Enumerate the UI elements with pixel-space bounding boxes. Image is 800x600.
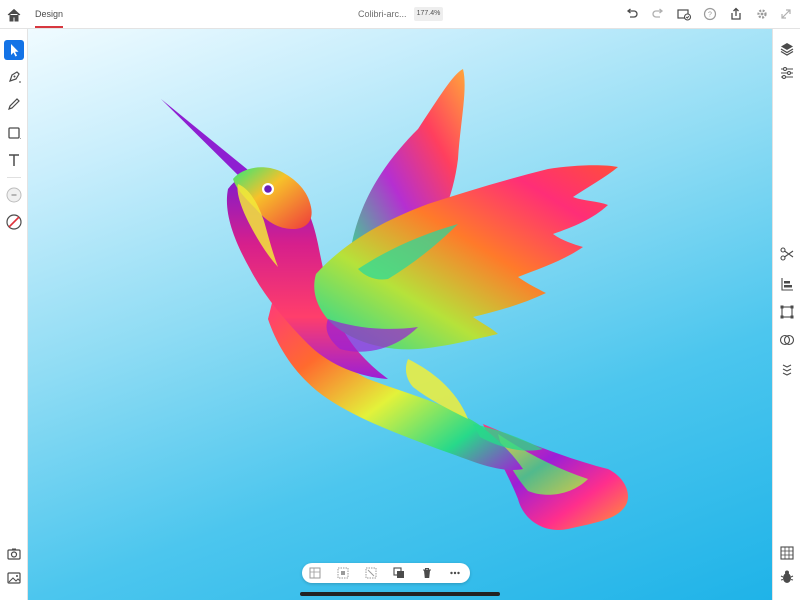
settings-icon[interactable] [754, 6, 770, 22]
mask-icon[interactable] [336, 566, 350, 580]
ungroup-icon[interactable] [364, 566, 378, 580]
more-icon[interactable] [448, 566, 462, 580]
hummingbird-artwork[interactable] [28, 29, 772, 600]
share-icon[interactable] [728, 6, 744, 22]
stroke-icon[interactable] [4, 212, 24, 232]
arrange-icon[interactable] [778, 361, 796, 379]
group-icon[interactable] [308, 566, 322, 580]
duplicate-icon[interactable] [392, 566, 406, 580]
tab-design[interactable]: Design [35, 0, 63, 29]
left-toolbar [0, 29, 28, 600]
place-image-icon[interactable] [4, 568, 24, 588]
document-title[interactable]: Colibri-arc... [358, 0, 407, 29]
transform-icon[interactable] [778, 303, 796, 321]
bug-icon[interactable] [778, 568, 796, 586]
delete-icon[interactable] [420, 566, 434, 580]
right-toolbar [772, 29, 800, 600]
app-window: Design Colibri-arc... 177.4% ? [0, 0, 800, 600]
fullscreen-icon[interactable] [778, 6, 794, 22]
cloud-sync-icon[interactable] [676, 6, 692, 22]
redo-icon[interactable] [650, 6, 666, 22]
pathfinder-icon[interactable] [778, 331, 796, 349]
help-icon[interactable]: ? [702, 6, 718, 22]
top-bar: Design Colibri-arc... 177.4% ? [0, 0, 800, 29]
zoom-level[interactable]: 177.4% [414, 7, 443, 21]
fill-icon[interactable] [4, 185, 24, 205]
pencil-icon[interactable] [4, 94, 24, 114]
home-indicator [300, 592, 500, 596]
select-icon[interactable] [4, 40, 24, 60]
scissors-icon[interactable] [778, 245, 796, 263]
home-icon[interactable] [5, 6, 23, 24]
grid-icon[interactable] [778, 544, 796, 562]
svg-text:?: ? [708, 12, 712, 19]
text-icon[interactable] [4, 150, 24, 170]
layers-icon[interactable] [778, 40, 796, 58]
undo-icon[interactable] [624, 6, 640, 22]
align-icon[interactable] [778, 275, 796, 293]
toolbar-divider [7, 177, 21, 178]
properties-icon[interactable] [778, 64, 796, 82]
camera-icon[interactable] [4, 544, 24, 564]
rectangle-icon[interactable] [4, 123, 24, 143]
canvas[interactable] [28, 29, 772, 600]
pen-icon[interactable] [4, 67, 24, 87]
action-bar [302, 563, 470, 583]
